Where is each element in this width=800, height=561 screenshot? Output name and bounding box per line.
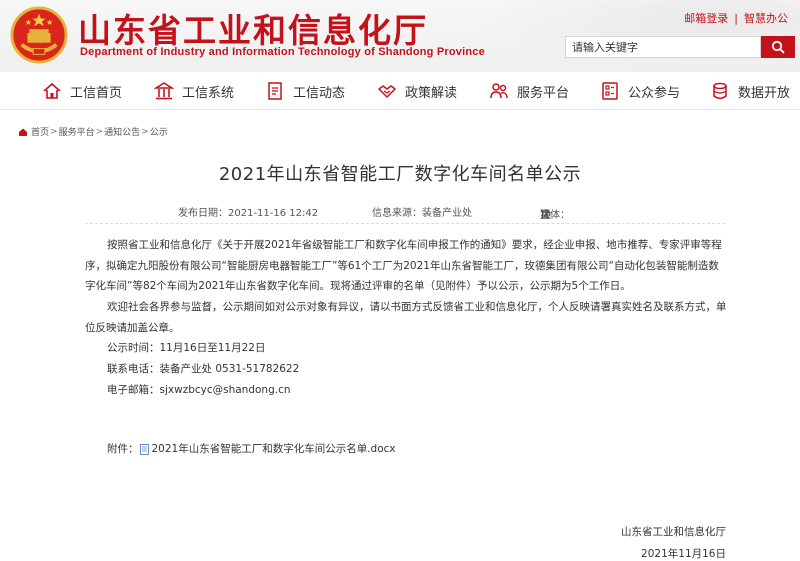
breadcrumb-separator: > (141, 126, 149, 137)
home-icon (42, 81, 62, 101)
top-links: 邮箱登录 | 智慧办公 (684, 10, 788, 26)
breadcrumb-home[interactable]: 首页 (31, 125, 49, 138)
nav-label: 服务平台 (517, 85, 570, 101)
home-icon (19, 128, 27, 136)
publish-date: 发布日期：2021-11-16 12:42 (178, 208, 319, 219)
attachment: 附件： 2021年山东省智能工厂和数字化车间公示名单.docx (107, 439, 396, 460)
search-icon (771, 40, 785, 54)
building-icon (154, 81, 174, 101)
form-icon (600, 81, 620, 101)
nav-label: 数据开放 (738, 85, 791, 101)
search-button[interactable] (761, 36, 795, 58)
font-size-close: 】 (540, 210, 550, 221)
site-header: 山东省工业和信息化厅 Department of Industry and In… (0, 0, 800, 72)
top-links-separator: | (734, 11, 738, 25)
attachment-label: 附件： (107, 443, 139, 455)
breadcrumb-service[interactable]: 服务平台 (59, 125, 95, 138)
national-emblem-icon (10, 6, 68, 64)
article-paragraph: 按照省工业和信息化厅《关于开展2021年省级智能工厂和数字化车间申报工作的通知》… (85, 239, 722, 292)
nav-item-home[interactable]: 工信首页 (42, 72, 122, 110)
nav-label: 公众参与 (628, 85, 681, 101)
signature-org: 山东省工业和信息化厅 (621, 526, 726, 538)
breadcrumb-separator: > (50, 126, 58, 137)
people-icon (489, 81, 509, 101)
nav-label: 工信首页 (70, 85, 123, 101)
nav-item-service[interactable]: 服务平台 (489, 72, 569, 110)
breadcrumb-publicity[interactable]: 公示 (150, 125, 168, 138)
meta-divider (85, 223, 725, 224)
nav-item-data[interactable]: 数据开放 (710, 72, 790, 110)
nav-label: 工信动态 (293, 85, 346, 101)
mail-login-link[interactable]: 邮箱登录 (684, 10, 728, 26)
page-title: 2021年山东省智能工厂数字化车间名单公示 (218, 164, 582, 185)
document-icon (265, 81, 285, 101)
nav-label: 政策解读 (405, 85, 458, 101)
attachment-link[interactable]: 2021年山东省智能工厂和数字化车间公示名单.docx (139, 439, 396, 460)
article-paragraph: 欢迎社会各界参与监督，公示期间如对公示对象有异议，请以书面方式反馈省工业和信息化… (85, 301, 727, 334)
nav-item-system[interactable]: 工信系统 (154, 72, 234, 110)
database-icon (710, 81, 730, 101)
breadcrumb-notice[interactable]: 通知公告 (104, 125, 140, 138)
nav-label: 工信系统 (182, 85, 235, 101)
contact-email: 电子邮箱：sjxwzbcyc@shandong.cn (107, 384, 291, 396)
main-nav: 工信首页 工信系统 工信动态 政策解读 服务平台 公众参与 数据开放 (0, 72, 800, 110)
nav-item-news[interactable]: 工信动态 (265, 72, 345, 110)
publicity-period: 公示时间：11月16日至11月22日 (107, 342, 266, 354)
smart-office-link[interactable]: 智慧办公 (744, 10, 788, 26)
main-content: 首页 > 服务平台 > 通知公告 > 公示 2021年山东省智能工厂数字化车间名… (0, 111, 800, 561)
attachment-filename: 2021年山东省智能工厂和数字化车间公示名单.docx (151, 443, 396, 455)
breadcrumb: 首页 > 服务平台 > 通知公告 > 公示 (18, 125, 168, 138)
breadcrumb-separator: > (95, 126, 104, 137)
search-box (565, 36, 795, 58)
contact-phone: 联系电话：装备产业处 0531-51782622 (107, 363, 300, 375)
nav-item-policy[interactable]: 政策解读 (377, 72, 457, 110)
nav-item-public[interactable]: 公众参与 (600, 72, 680, 110)
site-subtitle: Department of Industry and Information T… (80, 46, 485, 58)
site-title: 山东省工业和信息化厅 (78, 11, 428, 50)
signature-date: 2021年11月16日 (641, 548, 726, 560)
word-doc-icon (139, 443, 149, 455)
handshake-icon (377, 81, 397, 101)
search-input[interactable] (565, 36, 761, 58)
info-source: 信息来源：装备产业处 (372, 208, 472, 219)
article-meta: 发布日期：2021-11-16 12:42 信息来源：装备产业处 字体： 【 大… (85, 202, 725, 224)
